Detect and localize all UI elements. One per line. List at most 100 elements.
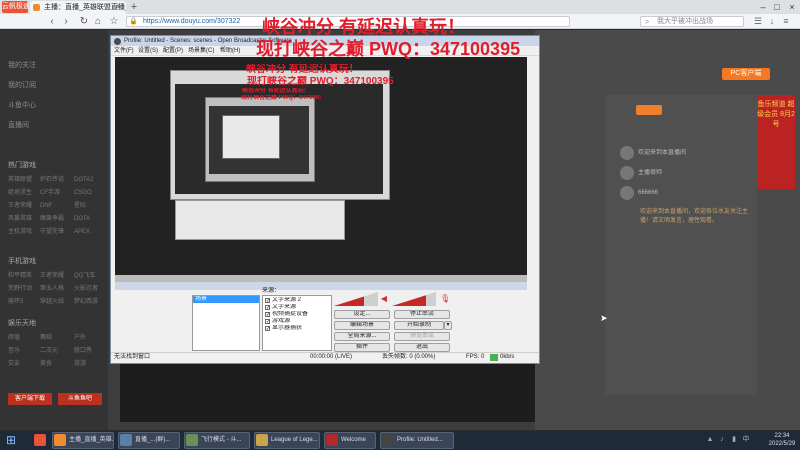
network-icon[interactable]: ▲ [706,436,714,444]
avatar[interactable] [620,186,634,200]
forward-icon[interactable]: › [60,15,72,28]
secure-lock-icon: 🔒 [129,18,138,25]
nav-category-link[interactable]: 旅游 [74,359,104,369]
nav-game-link[interactable]: 炉石传说 [40,175,70,185]
nav-game-link[interactable]: 梦幻西游 [74,297,104,307]
overlay-title-line-1: 峡谷冲分 有延迟认真玩！ [262,17,465,37]
obs-menu-scene-collection[interactable]: 场景集(C) [188,46,218,56]
source-item[interactable]: 文字来源 2 [264,297,330,304]
nav-category-link[interactable]: 交友 [8,359,38,369]
extension-icon[interactable]: ☰ [752,15,764,28]
nav-category-link[interactable]: 二次元 [40,346,70,356]
nav-game-link[interactable]: 穿越火线 [40,297,70,307]
obs-menu-settings[interactable]: 设置(S) [138,46,162,56]
menu-icon[interactable]: ≡ [780,15,792,28]
nav-game-link[interactable]: 火影忍者 [74,284,104,294]
battery-icon[interactable]: ▮ [730,436,738,444]
obs-menu-help[interactable]: 帮助(H) [220,46,246,56]
browser-search-input[interactable]: 我大乎被冲出战场 [640,16,744,27]
obs-menu-profile[interactable]: 配置(P) [163,46,187,56]
obs-preview-divider[interactable] [115,275,527,282]
browser-logo[interactable]: 云帆极速 [2,1,28,13]
ime-icon[interactable]: 中 [742,436,750,444]
douyu-app-icon [54,434,66,446]
nav-game-link[interactable]: 绝地求生 [8,188,38,198]
nav-game-link[interactable]: 星际 [74,201,104,211]
speaker-icon[interactable]: ◀ [380,294,388,303]
nav-item-subscribe[interactable]: 我的订阅 [8,80,104,92]
maximize-button[interactable]: □ [770,0,784,14]
plugins-button[interactable]: 插件 [334,343,390,352]
nav-game-link[interactable]: DNF [40,201,70,211]
nav-game-link[interactable]: 英雄联盟 [8,175,38,185]
record-dropdown-icon[interactable]: ▾ [444,321,452,330]
close-window-button[interactable]: × [785,0,799,14]
reload-icon[interactable]: ↻ [78,15,90,28]
nav-category-link[interactable]: 美食 [40,359,70,369]
preview-stream-button[interactable]: 预览串流 [394,332,450,341]
minimize-button[interactable]: – [756,0,770,14]
nav-game-link[interactable]: CSGO [74,188,104,198]
clock-date[interactable]: 2022/5/29 [765,440,799,448]
nav-game-link[interactable]: 主机游戏 [8,227,38,237]
obs-menu-file[interactable]: 文件(F) [114,46,138,56]
back-icon[interactable]: ‹ [46,15,58,28]
nav-game-link[interactable]: 王者荣耀 [40,271,70,281]
chat-message: 欢迎来到本直播间 [638,150,687,156]
gift-badge[interactable] [636,105,662,115]
nav-item-follow[interactable]: 我的关注 [8,60,104,72]
nav-game-link[interactable]: 第五人格 [40,284,70,294]
nav-game-link[interactable]: 王者荣耀 [8,201,38,211]
nav-game-link[interactable]: 荒野行动 [8,284,38,294]
nav-category-link[interactable]: 颜值 [8,333,38,343]
nav-category-link[interactable]: 音乐 [8,346,38,356]
nav-game-link[interactable]: APEX [74,227,104,237]
scene-item[interactable]: 场景 [193,296,259,303]
nav-game-link[interactable]: 崩坏3 [8,297,38,307]
client-download-button[interactable]: 客户端下载 [8,393,52,405]
promo-banner[interactable]: 鱼乐频道 超级会员 8月2号 [757,95,795,189]
source-item[interactable]: 文字来源 [264,304,330,311]
source-item[interactable]: 视频捕捉设备 [264,311,330,318]
obs-taskbar-strip [115,282,527,290]
pc-client-button[interactable]: PC客户端 [722,68,770,80]
clock-time[interactable]: 22:34 [765,432,799,440]
nav-game-link[interactable]: 风暴英雄 [8,214,38,224]
nav-item-room[interactable]: 直播间 [8,120,104,132]
nav-game-link[interactable]: 守望先锋 [40,227,70,237]
nav-category-link[interactable]: 脱口秀 [74,346,104,356]
fish-bar-button[interactable]: 斗鱼鱼吧 [58,393,102,405]
league-app-icon [256,434,268,446]
volume-icon[interactable]: ♪ [718,436,726,444]
edit-scene-button[interactable]: 编辑场景 [334,321,390,330]
settings-button[interactable]: 设定... [334,310,390,319]
tab-close-icon[interactable]: × [116,2,125,11]
nav-game-link[interactable]: DOTA2 [74,175,104,185]
bookmark-star-icon[interactable]: ☆ [108,15,120,28]
nav-game-link[interactable]: 和平精英 [8,271,38,281]
avatar[interactable] [620,166,634,180]
nav-category-link[interactable]: 舞蹈 [40,333,70,343]
home-icon[interactable]: ⌂ [92,15,104,28]
nav-item-center[interactable]: 斗鱼中心 [8,100,104,112]
stop-stream-button[interactable]: 停止串流 [394,310,450,319]
nav-category-link[interactable]: 户外 [74,333,104,343]
search-icon[interactable]: ⌕ [645,17,654,26]
source-item[interactable]: 显示器捕获 [264,325,330,332]
download-icon[interactable]: ↓ [766,15,778,28]
browser-launcher-icon[interactable] [34,434,46,446]
nav-game-link[interactable]: QQ飞车 [74,271,104,281]
nav-game-link[interactable]: DOTA [74,214,104,224]
nav-game-link[interactable]: 魔兽争霸 [40,214,70,224]
nav-game-link[interactable]: CF手游 [40,188,70,198]
source-item[interactable]: 游戏源 [264,318,330,325]
avatar[interactable] [620,146,634,160]
microphone-icon[interactable]: 🎙 [440,294,450,303]
new-tab-button[interactable]: + [128,1,140,13]
start-button[interactable]: ⊞ [3,432,19,449]
exit-button[interactable]: 退出 [394,343,450,352]
browser-tab-active[interactable]: 主播：直播_英雄联盟直播_斗... [30,1,126,14]
start-record-button[interactable]: 开始录制 [394,321,444,330]
global-sources-button[interactable]: 全局来源... [334,332,390,341]
obs-scenes-list[interactable] [192,295,260,351]
